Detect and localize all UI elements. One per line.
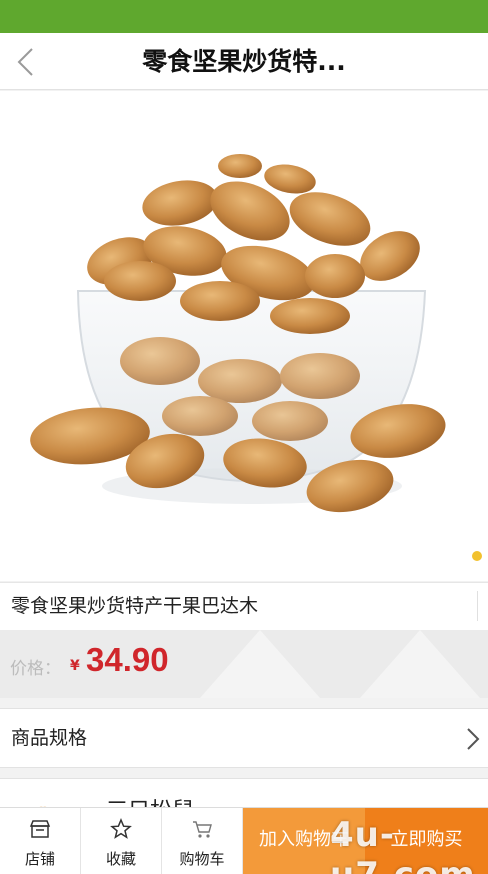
add-to-cart-button[interactable]: 加入购物车 [243, 808, 365, 874]
product-image [0, 91, 488, 581]
spec-label: 商品规格 [11, 727, 88, 749]
cart-icon [193, 821, 212, 838]
price-currency: ¥ [70, 658, 80, 674]
price-row: 价格： ¥ 34.90 [0, 630, 488, 698]
star-icon [110, 818, 132, 839]
bottom-action-bar: 店铺 收藏 购物车 加入购物车 立即购买 [0, 807, 488, 874]
buy-now-button[interactable]: 立即购买 [365, 808, 488, 874]
tab-label: 收藏 [105, 850, 136, 868]
tab-favorite[interactable]: 收藏 [81, 808, 162, 874]
back-button[interactable] [8, 41, 48, 81]
tab-label: 店铺 [24, 850, 55, 868]
price-label: 价格： [10, 659, 61, 679]
spec-selector[interactable]: 商品规格 [0, 708, 488, 768]
tab-store[interactable]: 店铺 [0, 808, 81, 874]
page-title: 零食坚果炒货特... [142, 47, 346, 76]
decorative-shape [200, 630, 320, 698]
status-bar [0, 0, 488, 33]
tab-cart[interactable]: 购物车 [162, 808, 243, 874]
tab-label: 购物车 [179, 850, 225, 868]
chevron-right-icon [467, 728, 480, 750]
decorative-shape [360, 630, 480, 698]
divider [477, 591, 478, 621]
nav-bar: 零食坚果炒货特... [0, 33, 488, 90]
price-value: 34.90 [86, 641, 169, 678]
chevron-left-icon [17, 48, 33, 76]
product-title: 零食坚果炒货特产干果巴达木 [11, 595, 259, 617]
product-image-gallery[interactable] [0, 91, 488, 581]
product-title-row: 零食坚果炒货特产干果巴达木 [0, 582, 488, 630]
store-icon [29, 820, 51, 838]
gallery-page-indicator[interactable] [472, 551, 482, 561]
